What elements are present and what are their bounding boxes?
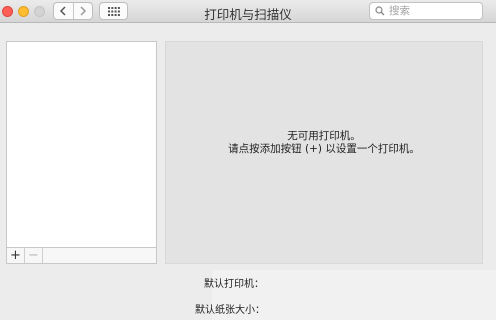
printer-detail-pane: 无可用打印机。 请点按添加按钮 (+) 以设置一个打印机。 [165,41,483,264]
no-printers-line1: 无可用打印机。 [287,130,361,142]
default-printer-label: 默认打印机： [204,279,264,290]
no-printers-line2: 请点按添加按钮 (+) 以设置一个打印机。 [228,143,420,155]
add-printer-button[interactable]: + [7,248,25,263]
printer-list[interactable] [6,41,157,248]
default-paper-label: 默认纸张大小： [195,305,265,316]
search-icon [375,6,385,16]
search-input[interactable] [385,5,477,17]
printer-list-toolbar: + − [6,248,157,264]
remove-printer-button: − [25,248,43,263]
search-field[interactable] [369,2,483,20]
window-titlebar: 打印机与扫描仪 [0,0,496,23]
no-printers-message: 无可用打印机。 请点按添加按钮 (+) 以设置一个打印机。 [166,130,482,156]
